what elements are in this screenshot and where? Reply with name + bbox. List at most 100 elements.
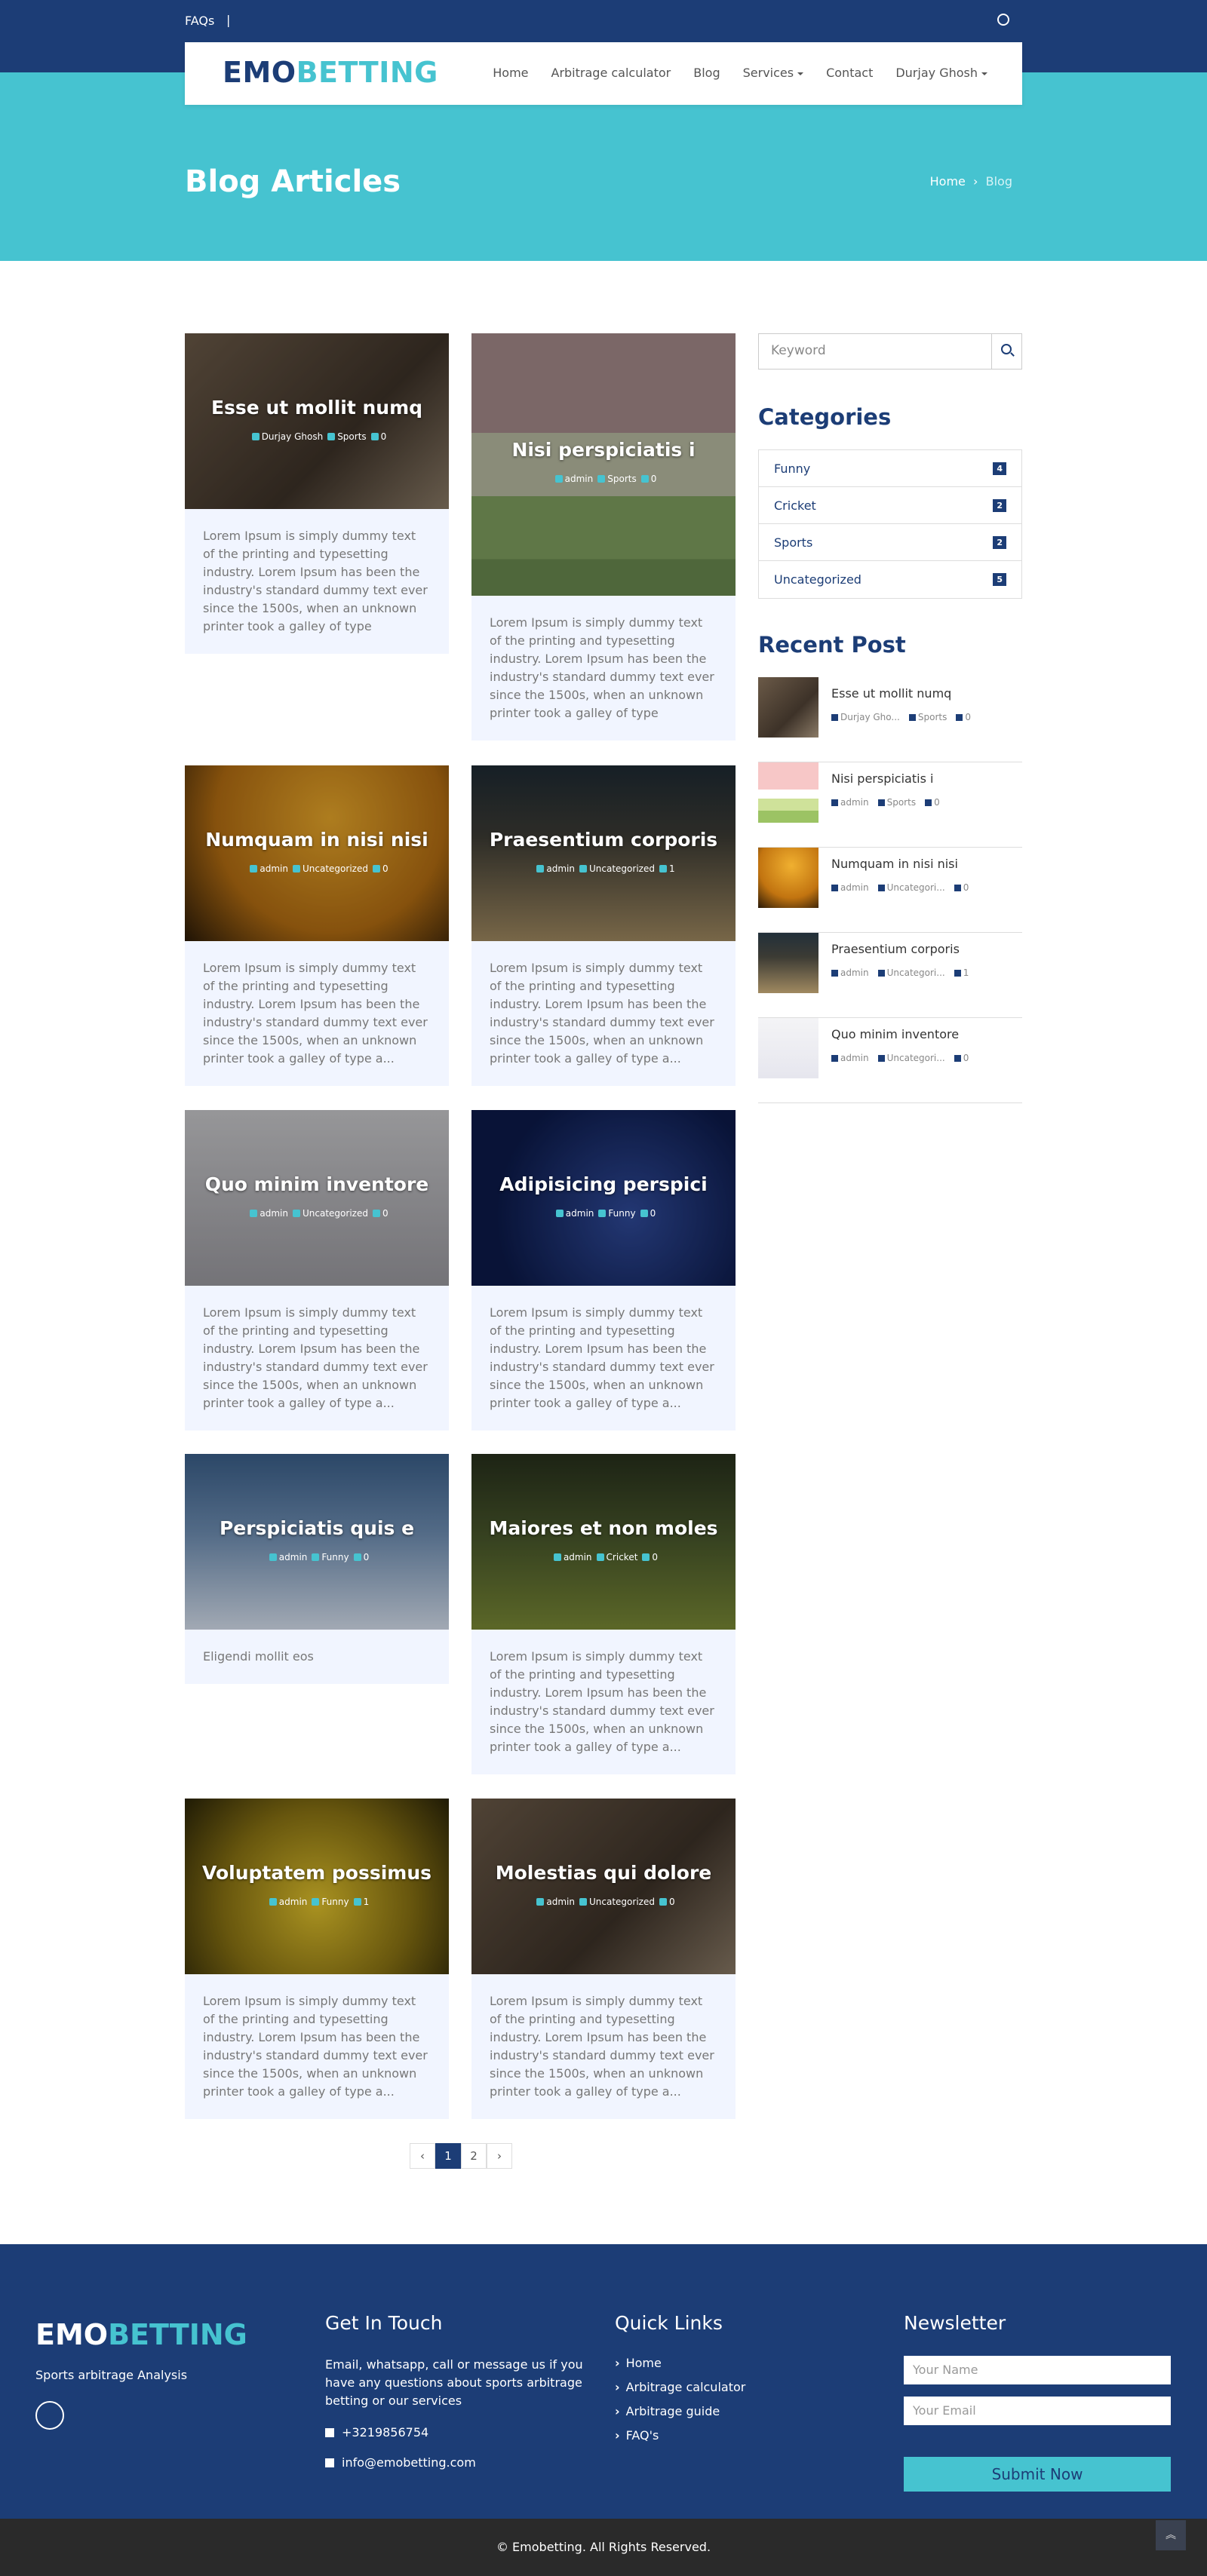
page-2-button[interactable]: 2 [461, 2143, 487, 2169]
comments-icon [642, 1553, 650, 1561]
blog-card[interactable]: Numquam in nisi nisi admin Uncategorized 0 L… [185, 765, 449, 1086]
post-image[interactable]: Nisi perspiciatis i admin Sports 0 [471, 333, 736, 596]
post-title[interactable]: Maiores et non moles [471, 1517, 736, 1539]
category-item[interactable]: Sports 2 [759, 524, 1021, 561]
post-title[interactable]: Quo minim inventore [185, 1173, 449, 1195]
nav-user-menu[interactable]: Durjay Ghosh [895, 66, 987, 80]
recent-post-category: Sports [886, 797, 917, 808]
phone-row[interactable]: +3219856754 [325, 2424, 428, 2442]
post-title[interactable]: Nisi perspiciatis i [471, 439, 736, 461]
nav-blog[interactable]: Blog [693, 66, 720, 80]
comments-icon [659, 1898, 667, 1906]
post-author: admin [260, 1208, 288, 1219]
prev-page-button[interactable]: ‹ [410, 2143, 435, 2169]
whatsapp-icon[interactable] [997, 14, 1009, 26]
nav-services[interactable]: Services [743, 66, 803, 80]
nav-arbitrage-calculator[interactable]: Arbitrage calculator [551, 66, 671, 80]
recent-post-thumbnail[interactable] [758, 677, 818, 738]
recent-post-thumbnail[interactable] [758, 933, 818, 993]
post-title[interactable]: Molestias qui dolore [471, 1862, 736, 1884]
post-image[interactable]: Numquam in nisi nisi admin Uncategorized 0 [185, 765, 449, 941]
category-item[interactable]: Funny 4 [759, 450, 1021, 487]
recent-post-item[interactable]: Numquam in nisi nisi admin Uncategori... 0 [758, 848, 1022, 933]
recent-post-category: Sports [917, 712, 947, 722]
blog-card[interactable]: Nisi perspiciatis i admin Sports 0 Lorem Ips… [471, 333, 736, 741]
blog-card[interactable]: Praesentium corporis admin Uncategorized 1 L… [471, 765, 736, 1086]
post-image[interactable]: Molestias qui dolore admin Uncategorized 0 [471, 1799, 736, 1974]
post-image[interactable]: Quo minim inventore admin Uncategorized 0 [185, 1110, 449, 1286]
footer-link-home[interactable]: Home [615, 2356, 662, 2370]
post-category: Uncategorized [589, 1897, 655, 1907]
post-image[interactable]: Adipisicing perspici admin Funny 0 [471, 1110, 736, 1286]
email-row[interactable]: info@emobetting.com [325, 2454, 476, 2472]
post-image[interactable]: Voluptatem possimus admin Funny 1 [185, 1799, 449, 1974]
post-excerpt: Lorem Ipsum is simply dummy text of the … [490, 1305, 714, 1410]
blog-card[interactable]: Esse ut mollit numq Durjay Ghosh Sports 0 Lo… [185, 333, 449, 654]
post-title[interactable]: Praesentium corporis [471, 829, 736, 851]
search-icon[interactable] [991, 334, 1021, 369]
chevron-right-icon: › [969, 174, 986, 189]
recent-post-thumbnail[interactable] [758, 1018, 818, 1078]
recent-post-title[interactable]: Quo minim inventore [831, 1027, 959, 1041]
next-page-button[interactable]: › [487, 2143, 512, 2169]
search-input[interactable]: Keyword [771, 343, 826, 358]
post-meta: admin Uncategorized 0 [471, 1897, 736, 1907]
footer-link-arbitrage-guide[interactable]: Arbitrage guide [615, 2404, 720, 2418]
newsletter-email-input[interactable]: Your Email [904, 2397, 1171, 2425]
post-image[interactable]: Maiores et non moles admin Cricket 0 [471, 1454, 736, 1630]
recent-post-title[interactable]: Numquam in nisi nisi [831, 857, 958, 871]
post-title[interactable]: Esse ut mollit numq [185, 397, 449, 419]
post-title[interactable]: Adipisicing perspici [471, 1173, 736, 1195]
blog-card[interactable]: Maiores et non moles admin Cricket 0 Lorem I… [471, 1454, 736, 1774]
image-overlay [471, 1110, 736, 1286]
comments-icon [353, 1898, 361, 1906]
post-title[interactable]: Voluptatem possimus [185, 1862, 449, 1884]
recent-post-author: admin [840, 1053, 869, 1063]
logo-part-2: BETTING [108, 2318, 247, 2351]
recent-post-thumbnail[interactable] [758, 848, 818, 908]
breadcrumb-home[interactable]: Home [930, 174, 966, 189]
submit-now-button[interactable]: Submit Now [904, 2457, 1171, 2492]
post-image[interactable]: Perspiciatis quis e admin Funny 0 [185, 1454, 449, 1630]
post-meta: admin Funny 0 [471, 1208, 736, 1219]
recent-post-item[interactable]: Quo minim inventore admin Uncategori... 0 [758, 1018, 1022, 1103]
recent-post-item[interactable]: Nisi perspiciatis i admin Sports 0 [758, 762, 1022, 848]
recent-post-thumbnail[interactable] [758, 762, 818, 823]
recent-post-meta: admin Uncategori... 0 [831, 1053, 969, 1063]
post-title[interactable]: Numquam in nisi nisi [185, 829, 449, 851]
post-meta: admin Uncategorized 0 [185, 863, 449, 874]
blog-card[interactable]: Adipisicing perspici admin Funny 0 Lorem Ips… [471, 1110, 736, 1431]
whatsapp-icon[interactable] [35, 2401, 64, 2430]
footer-logo[interactable]: EMOBETTING [35, 2318, 247, 2351]
post-category: Sports [607, 474, 637, 484]
nav-contact[interactable]: Contact [826, 66, 873, 80]
email-address: info@emobetting.com [342, 2455, 476, 2470]
site-logo[interactable]: EMOBETTING [223, 56, 438, 89]
category-item[interactable]: Uncategorized 5 [759, 561, 1021, 598]
faqs-link[interactable]: FAQs [185, 14, 214, 28]
recent-post-title[interactable]: Esse ut mollit numq [831, 686, 951, 701]
recent-post-item[interactable]: Esse ut mollit numq Durjay Gho... Sports 0 [758, 677, 1022, 762]
page-1-button[interactable]: 1 [435, 2143, 461, 2169]
blog-card[interactable]: Perspiciatis quis e admin Funny 0 Eligendi m… [185, 1454, 449, 1684]
newsletter-name-input[interactable]: Your Name [904, 2356, 1171, 2384]
post-title[interactable]: Perspiciatis quis e [185, 1517, 449, 1539]
blog-card[interactable]: Voluptatem possimus admin Funny 1 Lorem Ipsu… [185, 1799, 449, 2119]
footer-link-arbitrage-calculator[interactable]: Arbitrage calculator [615, 2380, 746, 2394]
recent-post-title[interactable]: Nisi perspiciatis i [831, 771, 933, 786]
post-image[interactable]: Praesentium corporis admin Uncategorized 1 [471, 765, 736, 941]
post-comments: 1 [668, 863, 675, 874]
envelope-icon [325, 2458, 334, 2467]
folder-icon [293, 1210, 300, 1217]
recent-post-comments: 0 [963, 882, 969, 893]
blog-card[interactable]: Quo minim inventore admin Uncategorized 0 Lo… [185, 1110, 449, 1431]
post-image[interactable]: Esse ut mollit numq Durjay Ghosh Sports 0 [185, 333, 449, 509]
category-item[interactable]: Cricket 2 [759, 487, 1021, 524]
recent-post-item[interactable]: Praesentium corporis admin Uncategori... 1 [758, 933, 1022, 1018]
scroll-to-top-icon[interactable]: ︽ [1156, 2520, 1186, 2550]
nav-home[interactable]: Home [493, 66, 528, 80]
image-overlay [471, 333, 736, 596]
footer-link-faqs[interactable]: FAQ's [615, 2428, 659, 2443]
recent-post-title[interactable]: Praesentium corporis [831, 942, 960, 956]
blog-card[interactable]: Molestias qui dolore admin Uncategorized 0 L… [471, 1799, 736, 2119]
